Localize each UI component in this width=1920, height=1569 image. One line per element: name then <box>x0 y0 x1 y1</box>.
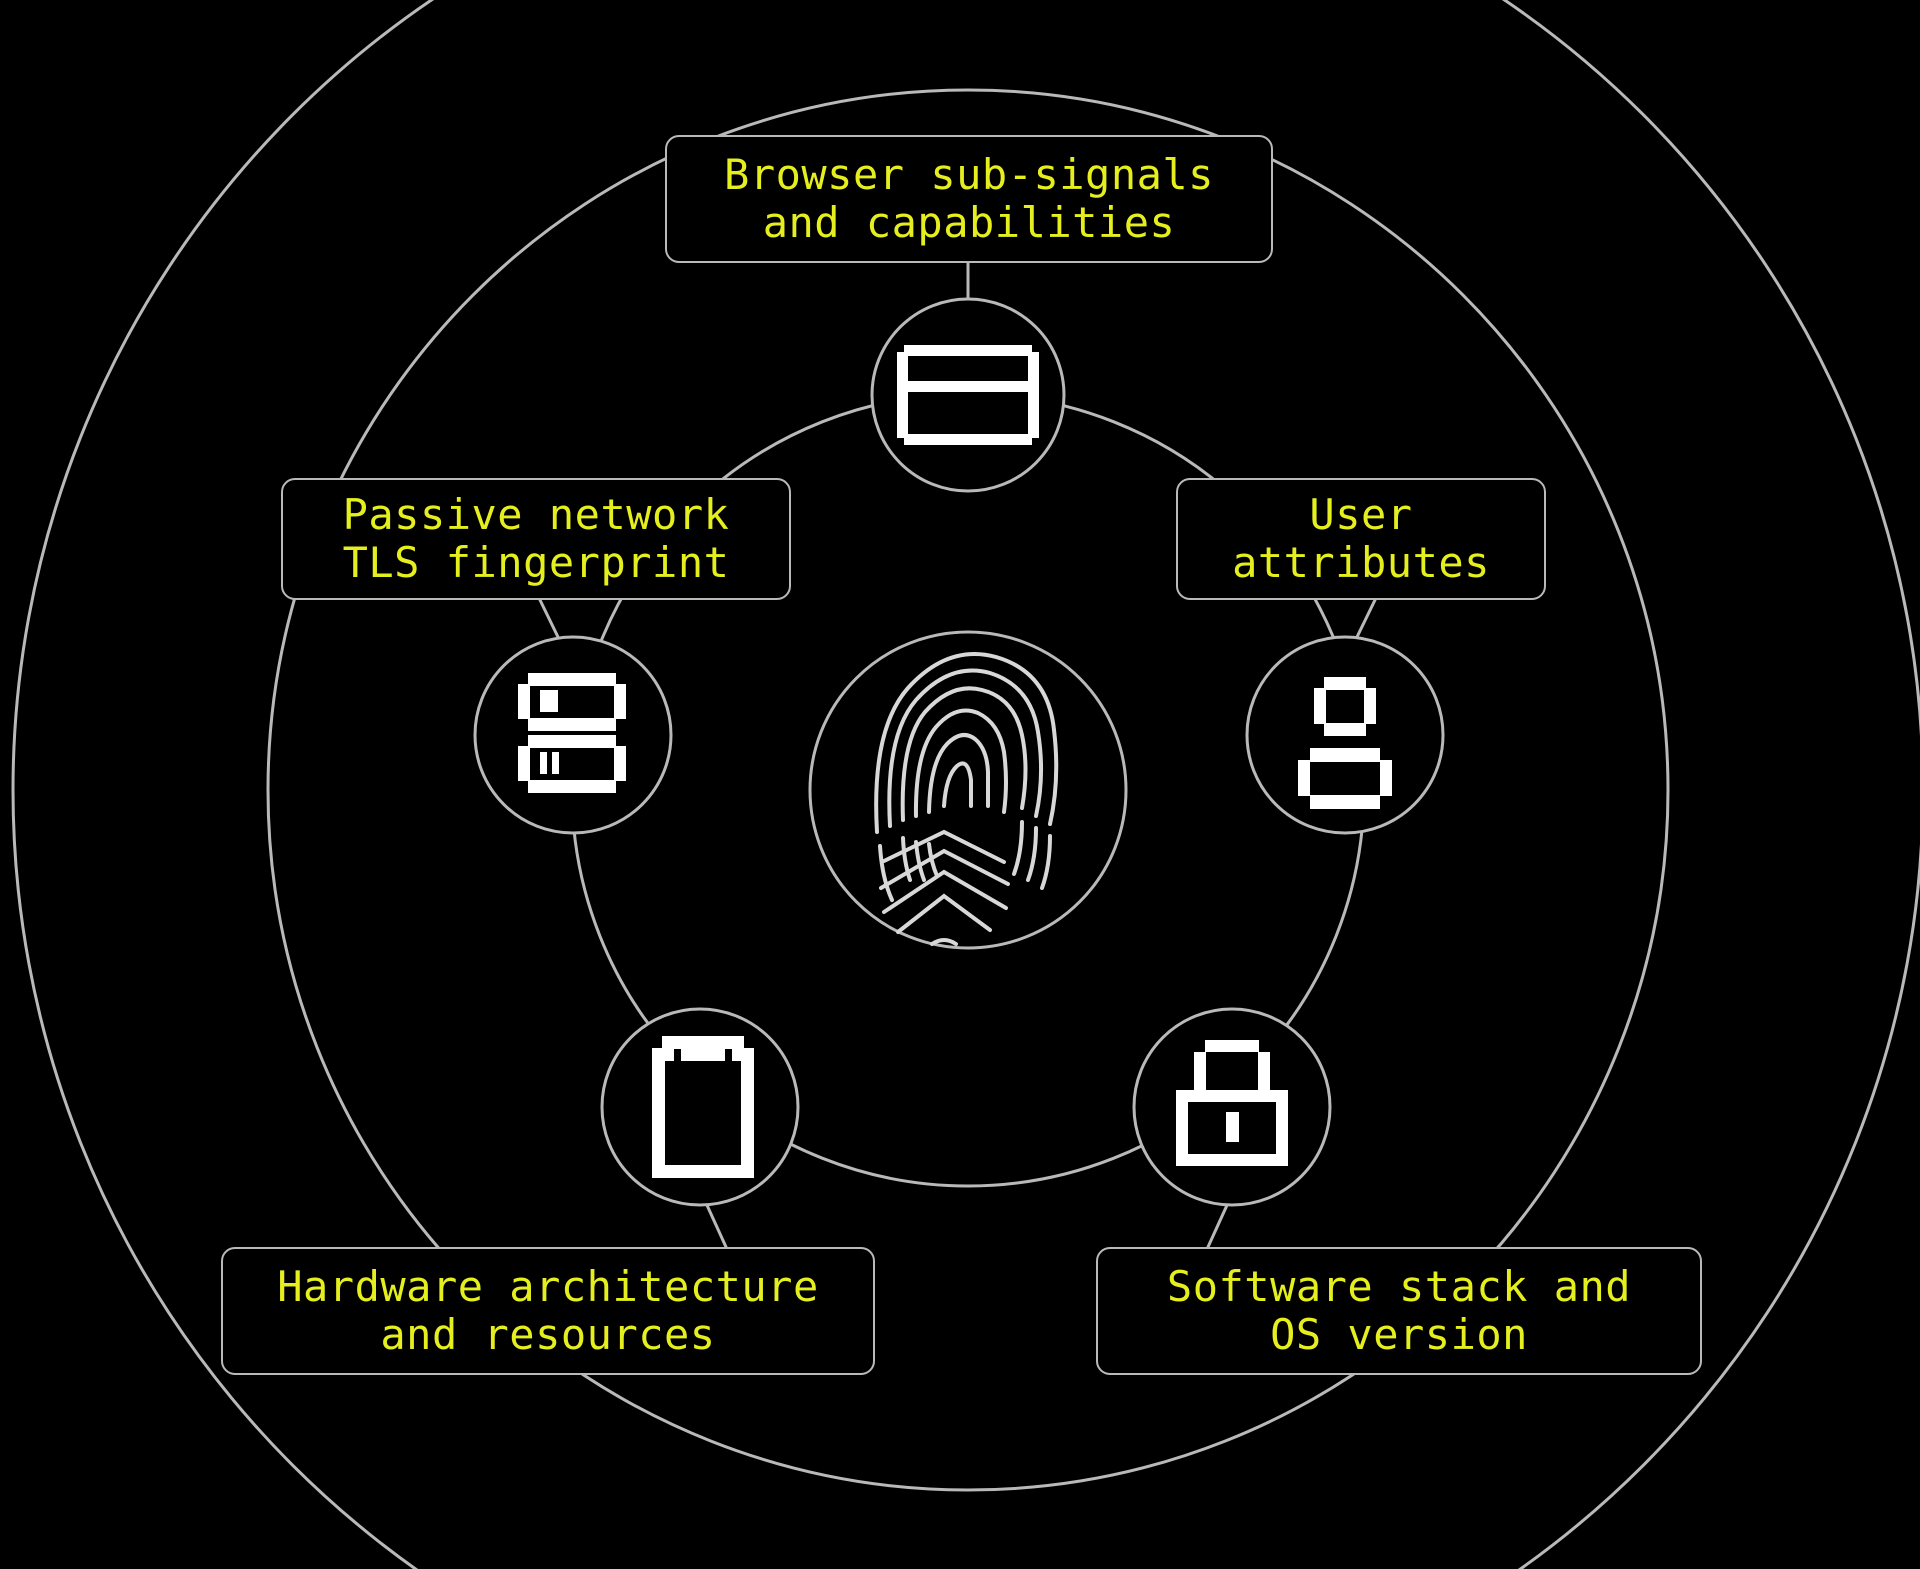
connector-user <box>1355 598 1377 639</box>
label-line-1: User <box>1309 490 1413 540</box>
label-line-1: Passive network <box>342 490 730 540</box>
connector-network <box>538 598 560 639</box>
label-line-1: Browser sub-signals <box>724 150 1214 200</box>
label-line-1: Software stack and <box>1166 1262 1632 1312</box>
label-software-stack-os[interactable]: Software stack and OS version <box>1096 1247 1702 1375</box>
connector-software <box>1206 1201 1230 1249</box>
label-line-1: Hardware architecture <box>277 1262 819 1312</box>
label-browser-sub-signals[interactable]: Browser sub-signals and capabilities <box>665 135 1273 263</box>
label-line-2: attributes <box>1232 538 1490 587</box>
label-line-2: TLS fingerprint <box>342 538 730 587</box>
diagram-canvas: Browser sub-signals and capabilities Pas… <box>0 0 1920 1569</box>
center-hub-circle <box>808 630 1128 950</box>
label-user-attributes[interactable]: User attributes <box>1176 478 1546 600</box>
label-line-2: and resources <box>380 1310 716 1359</box>
node-circle-software[interactable] <box>1132 1007 1332 1207</box>
label-passive-network-tls[interactable]: Passive network TLS fingerprint <box>281 478 791 600</box>
label-line-2: and capabilities <box>762 198 1176 247</box>
label-line-2: OS version <box>1270 1310 1528 1359</box>
fingerprint-icon <box>874 652 1059 946</box>
connector-hardware <box>704 1201 728 1249</box>
label-hardware-architecture[interactable]: Hardware architecture and resources <box>221 1247 875 1375</box>
